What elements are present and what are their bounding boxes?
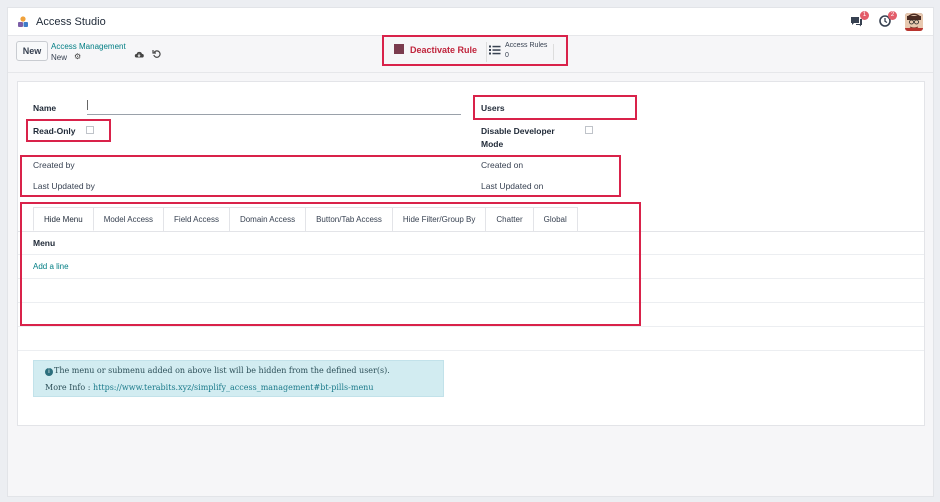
activities-button[interactable]: 2 [879,11,897,32]
breadcrumb-parent-link[interactable]: Access Management [51,42,126,51]
more-info-link[interactable]: https://www.terabits.xyz/simplify_access… [93,383,374,392]
users-label: Users [481,103,505,113]
app-title[interactable]: Access Studio [36,16,106,28]
info-alert-line-2: More Info : https://www.terabits.xyz/sim… [45,383,373,392]
top-navbar: Access Studio 1 2 [8,8,933,36]
messages-badge: 1 [860,11,869,20]
info-alert-line-1: i The menu or submenu added on above list… [45,366,390,376]
deactivate-rule-label: Deactivate Rule [410,45,478,55]
discard-icon[interactable] [152,49,162,59]
form-sheet: Name Users Read-Only Disable Developer M… [17,81,925,426]
disable-developer-mode-checkbox[interactable] [585,126,593,134]
info-icon: i [45,368,53,376]
disable-developer-mode-label-2: Mode [481,139,504,149]
access-rules-count: 0 [505,52,509,59]
user-avatar[interactable] [905,13,923,31]
info-alert-text: The menu or submenu added on above list … [54,366,390,375]
deactivate-rule-button[interactable]: Deactivate Rule [394,44,477,55]
name-label: Name [33,103,57,113]
disable-developer-mode-label: Disable Developer [481,126,555,136]
last-updated-on-label: Last Updated on [481,181,544,191]
new-button[interactable]: New [16,41,48,61]
stat-divider [553,44,554,60]
tabs-highlight [20,202,641,326]
breadcrumb-current: New [51,53,68,62]
created-on-label: Created on [481,160,524,170]
read-only-checkbox[interactable] [86,126,94,134]
name-input[interactable] [87,107,461,115]
table-row [18,326,924,327]
created-by-label: Created by [33,160,75,170]
table-row [18,350,924,351]
avatar-image [905,13,923,31]
gear-icon[interactable]: ⚙ [74,52,81,61]
list-icon [489,45,501,55]
last-updated-by-label: Last Updated by [33,181,95,191]
activities-badge: 2 [888,11,897,20]
app-window: Access Studio 1 2 New Access Management … [7,7,934,497]
read-only-label: Read-Only [33,126,76,136]
more-info-label: More Info : [45,383,93,392]
stop-icon [394,44,404,54]
app-logo-icon[interactable] [16,15,30,29]
save-cloud-icon[interactable] [134,50,144,59]
messages-button[interactable]: 1 [850,11,869,32]
access-rules-label: Access Rules [505,42,548,49]
control-panel-divider [8,72,933,73]
info-alert: i The menu or submenu added on above list… [33,360,444,397]
